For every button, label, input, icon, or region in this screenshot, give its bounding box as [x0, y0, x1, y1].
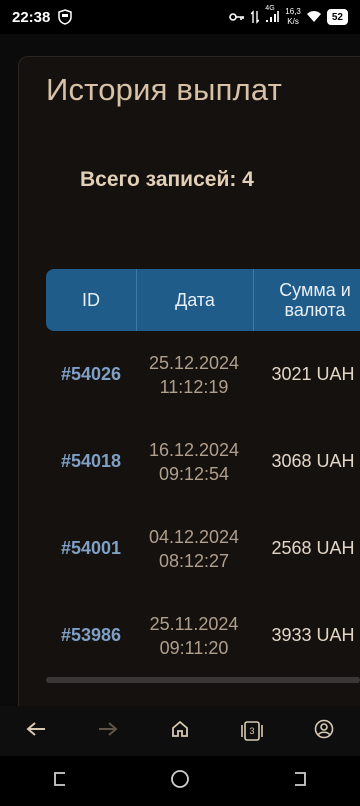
row-id[interactable]: #54026 — [46, 364, 136, 385]
header-id: ID — [46, 269, 137, 331]
home-button[interactable] — [158, 711, 202, 751]
row-sum: 3021 UAH — [271, 364, 355, 384]
back-button[interactable] — [14, 711, 58, 751]
battery-level: 52 — [331, 11, 343, 23]
table-row: #54026 25.12.2024 11:12:19 3021 UAH — [46, 331, 360, 418]
row-date: 25.12.2024 — [148, 352, 240, 373]
tabs-count: 3 — [249, 726, 255, 736]
row-datetime: 16.12.2024 09:12:54 — [136, 438, 252, 486]
page-title: История выплат — [46, 72, 283, 107]
home-icon — [171, 720, 189, 743]
system-nav-bar — [0, 756, 360, 806]
battery-icon: 52 — [326, 9, 348, 25]
network-speed: 16,3 K/s — [285, 7, 301, 27]
row-sum: 2568 UAH — [271, 538, 355, 558]
header-date: Дата — [137, 269, 254, 331]
row-id[interactable]: #54018 — [46, 451, 136, 472]
row-date: 04.12.2024 — [148, 526, 240, 547]
recent-apps-icon — [51, 770, 69, 793]
payouts-table: ID Дата Сумма и валюта #54026 25.12.2024… — [46, 269, 360, 679]
recent-apps-button[interactable] — [38, 761, 82, 801]
key-icon — [229, 12, 245, 22]
net-speed-value: 16,3 — [285, 7, 301, 16]
row-datetime: 04.12.2024 08:12:27 — [136, 525, 252, 573]
row-datetime: 25.11.2024 09:11:20 — [136, 612, 252, 660]
data-transfer-icon — [251, 10, 260, 24]
header-sum: Сумма и валюта — [279, 280, 351, 320]
row-date: 25.11.2024 — [149, 613, 239, 634]
table-row: #54001 04.12.2024 08:12:27 2568 UAH — [46, 505, 360, 592]
tabs-button[interactable]: 3 — [230, 711, 274, 751]
web-content: История выплат Всего записей: 4 ID Дата … — [0, 34, 360, 706]
row-time: 09:12:54 — [158, 463, 230, 484]
status-time: 22:38 — [12, 8, 51, 26]
signal-icon: 4G — [265, 5, 280, 23]
row-time: 08:12:27 — [158, 550, 230, 571]
row-sum: 3068 UAH — [271, 451, 355, 471]
browser-toolbar: 3 — [0, 706, 360, 756]
status-bar: 22:38 4G 16,3 K/s 52 — [0, 0, 360, 34]
forward-arrow-icon — [98, 721, 118, 742]
table-row: #54018 16.12.2024 09:12:54 3068 UAH — [46, 418, 360, 505]
table-row: #53986 25.11.2024 09:11:20 3933 UAH — [46, 592, 360, 679]
tabs-icon: 3 — [239, 721, 265, 741]
circle-home-icon — [170, 769, 190, 794]
row-time: 09:11:20 — [159, 637, 229, 658]
profile-button[interactable] — [302, 711, 346, 751]
row-time: 11:12:19 — [159, 376, 229, 397]
profile-icon — [314, 719, 334, 744]
row-id[interactable]: #54001 — [46, 538, 136, 559]
forward-button[interactable] — [86, 711, 130, 751]
network-type-label: 4G — [265, 5, 275, 12]
system-back-button[interactable] — [278, 761, 322, 801]
system-back-icon — [291, 770, 309, 793]
row-sum: 3933 UAH — [271, 625, 355, 645]
net-speed-unit: K/s — [287, 17, 299, 26]
total-records-label: Всего записей: 4 — [80, 168, 254, 191]
horizontal-scrollbar[interactable] — [46, 677, 360, 683]
system-home-button[interactable] — [158, 761, 202, 801]
row-id[interactable]: #53986 — [46, 625, 136, 646]
row-date: 16.12.2024 — [148, 439, 240, 460]
back-arrow-icon — [26, 721, 46, 742]
table-header: ID Дата Сумма и валюта — [46, 269, 360, 331]
wifi-icon — [306, 11, 321, 23]
row-datetime: 25.12.2024 11:12:19 — [136, 351, 252, 399]
vpn-shield-icon — [58, 9, 73, 25]
